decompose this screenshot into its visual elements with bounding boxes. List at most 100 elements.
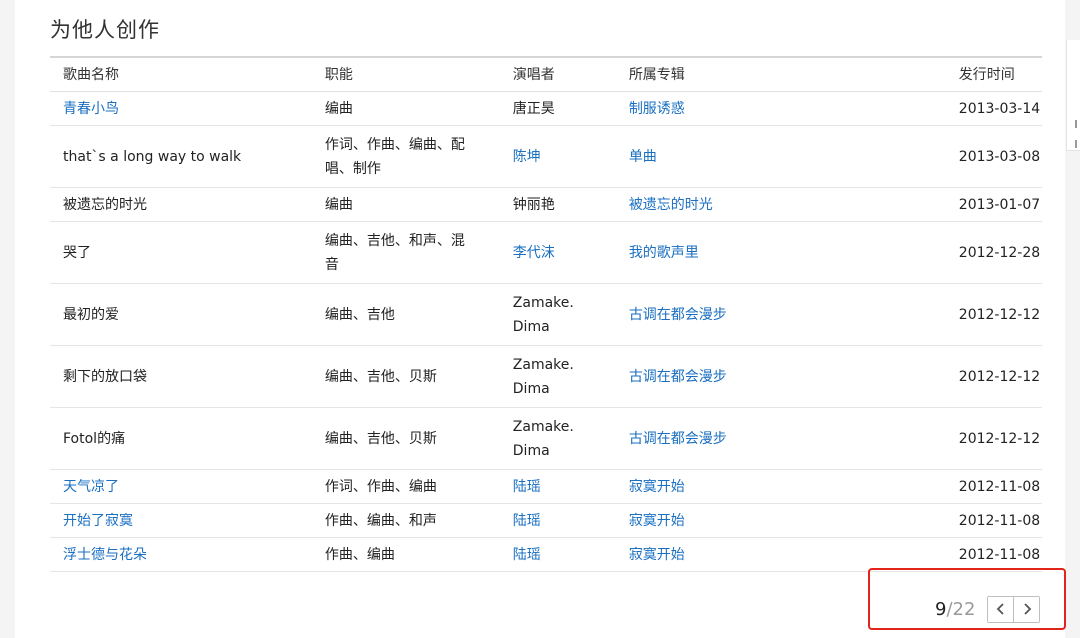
- singer-cell[interactable]: 陆瑶: [499, 503, 616, 538]
- album-cell[interactable]: 单曲: [615, 125, 959, 188]
- song-name-cell-text: 最初的爱: [63, 306, 119, 323]
- role-cell-text: 音: [324, 256, 339, 273]
- release-date-cell: 2012-12-12: [958, 345, 1042, 408]
- album-cell-text[interactable]: 被遗忘的时光: [629, 197, 713, 213]
- album-cell-text[interactable]: 单曲: [629, 149, 657, 165]
- album-cell-text[interactable]: 寂寞开始: [629, 479, 685, 495]
- role-cell-text: 编曲、吉他: [324, 306, 395, 323]
- role-cell-text: 作曲、编曲: [324, 546, 395, 563]
- release-date-cell: 2012-11-08: [958, 469, 1042, 504]
- role-cell: 编曲、吉他、贝斯: [311, 407, 500, 470]
- album-cell-text[interactable]: 古调在都会漫步: [629, 431, 727, 447]
- role-cell-text: 编曲、吉他、和声、混: [324, 232, 465, 249]
- total-pages: 22: [952, 598, 976, 620]
- release-date-cell-text: 2012-12-12: [958, 368, 1041, 385]
- release-date-cell-text: 2012-11-08: [958, 512, 1041, 529]
- table-row: 浮士德与花朵 作曲、编曲 陆瑶 寂寞开始 2012-11-08: [50, 537, 1042, 572]
- side-card-edge: [1066, 40, 1080, 151]
- release-date-cell-text: 2013-03-14: [958, 100, 1041, 117]
- singer-cell-text: Zamake.: [512, 356, 574, 373]
- singer-cell: Zamake. Dima: [499, 407, 616, 470]
- works-table: 歌曲名称 职能 演唱者 所属专辑 发行时间 青春小鸟 编曲 唐正昊 制服诱惑 2013-…: [50, 56, 1042, 572]
- album-cell[interactable]: 寂寞开始: [615, 537, 959, 572]
- release-date-cell-text: 2013-01-07: [958, 196, 1041, 213]
- release-date-cell: 2013-01-07: [958, 187, 1042, 222]
- role-cell: 作曲、编曲: [311, 537, 500, 572]
- singer-cell: 钟丽艳: [499, 187, 616, 222]
- role-cell: 作曲、编曲、和声: [311, 503, 500, 538]
- table-row: 最初的爱 编曲、吉他 Zamake. Dima 古调在都会漫步 2012-12-12: [50, 283, 1042, 346]
- singer-cell[interactable]: 陆瑶: [499, 469, 616, 504]
- page-nav-buttons: [987, 595, 1041, 623]
- song-name-cell: 被遗忘的时光: [50, 187, 312, 222]
- song-name-cell-text[interactable]: 青春小鸟: [63, 101, 119, 117]
- header-album: 所属专辑: [615, 57, 959, 92]
- header-singer: 演唱者: [499, 57, 616, 92]
- album-cell-text[interactable]: 寂寞开始: [629, 547, 685, 563]
- song-name-cell-text[interactable]: 浮士德与花朵: [63, 547, 147, 563]
- singer-cell[interactable]: 陈坤: [499, 125, 616, 188]
- release-date-cell: 2012-12-12: [958, 283, 1042, 346]
- album-cell-text[interactable]: 寂寞开始: [629, 513, 685, 529]
- singer-cell-text[interactable]: 陆瑶: [513, 479, 541, 495]
- table-body: 青春小鸟 编曲 唐正昊 制服诱惑 2013-03-14 that`s a long way…: [50, 91, 1042, 572]
- release-date-cell-text: 2012-11-08: [958, 478, 1041, 495]
- song-name-cell: Fotol的痛: [50, 407, 312, 470]
- role-cell: 编曲、吉他、和声、混音: [311, 221, 500, 284]
- song-name-cell-text[interactable]: 开始了寂寞: [63, 513, 133, 529]
- album-cell[interactable]: 被遗忘的时光: [615, 187, 959, 222]
- table-row: 开始了寂寞 作曲、编曲、和声 陆瑶 寂寞开始 2012-11-08: [50, 503, 1042, 538]
- singer-cell-text: Dima: [512, 380, 550, 397]
- album-cell-text[interactable]: 我的歌声里: [629, 245, 699, 261]
- role-cell-text: 编曲: [324, 196, 353, 213]
- current-page: 9: [935, 598, 947, 620]
- song-name-cell[interactable]: 开始了寂寞: [50, 503, 312, 538]
- song-name-cell-text: 被遗忘的时光: [63, 196, 147, 213]
- role-cell-text: 编曲、吉他、贝斯: [324, 368, 437, 385]
- album-cell[interactable]: 我的歌声里: [615, 221, 959, 284]
- album-cell[interactable]: 寂寞开始: [615, 469, 959, 504]
- role-cell: 作词、作曲、编曲: [311, 469, 500, 504]
- singer-cell-text: 钟丽艳: [512, 196, 555, 213]
- table-header-row: 歌曲名称 职能 演唱者 所属专辑 发行时间: [50, 57, 1042, 92]
- release-date-cell: 2012-11-08: [958, 537, 1042, 572]
- album-cell-text[interactable]: 古调在都会漫步: [629, 369, 727, 385]
- album-cell[interactable]: 古调在都会漫步: [615, 283, 959, 346]
- song-name-cell[interactable]: 天气凉了: [50, 469, 312, 504]
- release-date-cell-text: 2012-12-28: [958, 244, 1041, 261]
- header-release-date: 发行时间: [958, 57, 1042, 92]
- album-cell[interactable]: 古调在都会漫步: [615, 345, 959, 408]
- singer-cell[interactable]: 李代沫: [499, 221, 616, 284]
- role-cell-text: 作词、作曲、编曲: [324, 478, 437, 495]
- release-date-cell: 2013-03-08: [958, 125, 1042, 188]
- section-title: 为他人创作: [50, 18, 160, 42]
- song-name-cell-text: 剩下的放口袋: [63, 368, 147, 385]
- role-cell-text: 编曲: [324, 100, 353, 117]
- song-name-cell[interactable]: 浮士德与花朵: [50, 537, 312, 572]
- role-cell: 编曲: [311, 187, 500, 222]
- song-name-cell-text: that`s a long way to walk: [63, 148, 242, 165]
- release-date-cell-text: 2012-11-08: [958, 546, 1041, 563]
- album-cell[interactable]: 寂寞开始: [615, 503, 959, 538]
- song-name-cell-text[interactable]: 天气凉了: [63, 479, 119, 495]
- singer-cell[interactable]: 陆瑶: [499, 537, 616, 572]
- release-date-cell: 2012-12-28: [958, 221, 1042, 284]
- singer-cell-text[interactable]: 陈坤: [513, 149, 541, 165]
- album-cell[interactable]: 制服诱惑: [615, 91, 959, 126]
- prev-page-button[interactable]: [988, 596, 1014, 622]
- chevron-right-icon: [1024, 603, 1032, 615]
- chevron-left-icon: [996, 603, 1004, 615]
- album-cell-text[interactable]: 制服诱惑: [629, 101, 685, 117]
- singer-cell-text[interactable]: 李代沫: [513, 245, 555, 261]
- song-name-cell: 最初的爱: [50, 283, 312, 346]
- role-cell: 编曲、吉他: [311, 283, 500, 346]
- song-name-cell[interactable]: 青春小鸟: [50, 91, 312, 126]
- role-cell-text: 唱、制作: [324, 160, 381, 177]
- song-name-cell: that`s a long way to walk: [50, 125, 312, 188]
- singer-cell-text[interactable]: 陆瑶: [513, 513, 541, 529]
- singer-cell-text[interactable]: 陆瑶: [513, 547, 541, 563]
- album-cell[interactable]: 古调在都会漫步: [615, 407, 959, 470]
- singer-cell-text: Zamake.: [512, 418, 574, 435]
- next-page-button[interactable]: [1013, 596, 1040, 622]
- album-cell-text[interactable]: 古调在都会漫步: [629, 307, 727, 323]
